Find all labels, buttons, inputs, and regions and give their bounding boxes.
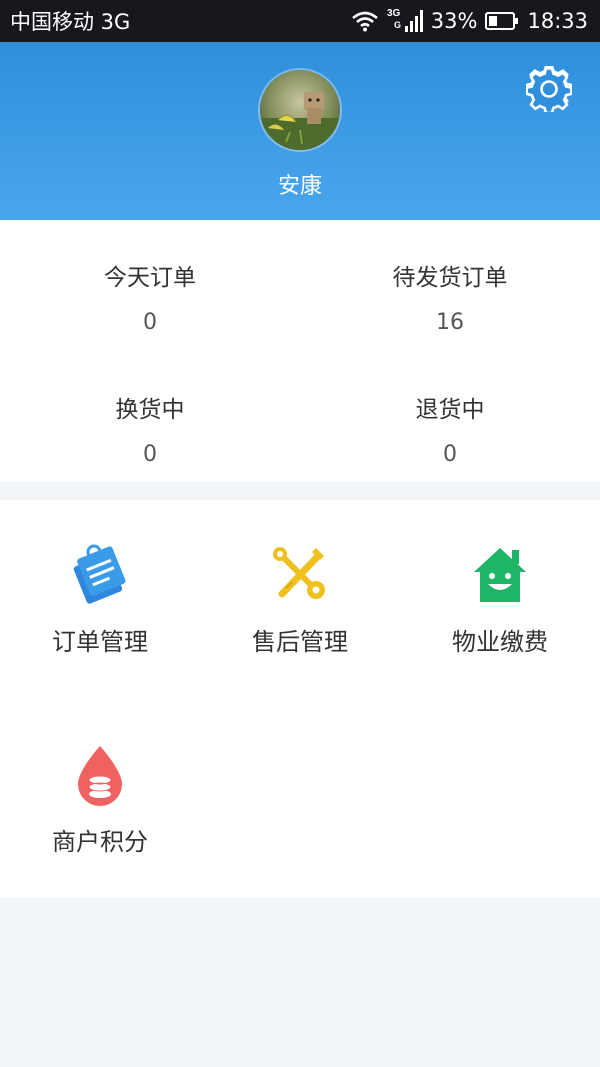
menu-item-order-management[interactable]: 订单管理: [0, 542, 200, 657]
coin-drop-icon: [68, 742, 132, 806]
menu-item-after-sales[interactable]: 售后管理: [200, 542, 400, 657]
battery-percent: 33%: [430, 9, 478, 33]
stat-exchanging[interactable]: 换货中 0: [0, 390, 300, 467]
menu-item-label: 订单管理: [52, 628, 148, 656]
carrier-label: 中国移动 3G: [10, 10, 131, 34]
stat-value: 0: [143, 310, 157, 335]
signal-icon: 3G G: [387, 6, 423, 36]
svg-text:G: G: [394, 20, 401, 30]
settings-button[interactable]: [525, 65, 573, 115]
stat-pending-shipment[interactable]: 待发货订单 16: [300, 258, 600, 335]
status-icons: 3G G 33% 18:33: [351, 6, 588, 36]
profile-header: 安康: [0, 42, 600, 220]
menu-grid: 订单管理 售后管理 物业缴费 商户积分: [0, 500, 600, 898]
status-bar: 中国移动 3G 3G G 33% 18:33: [0, 0, 600, 42]
order-stats-panel: 今天订单 0 待发货订单 16 换货中 0 退货中 0: [0, 220, 600, 482]
stat-label: 退货中: [415, 397, 485, 423]
order-notes-icon: [68, 542, 132, 606]
stat-today-orders[interactable]: 今天订单 0: [0, 258, 300, 335]
clock: 18:33: [527, 9, 588, 33]
tools-icon: [268, 542, 332, 606]
stat-label: 待发货订单: [392, 265, 508, 291]
battery-icon: [485, 11, 519, 31]
stat-label: 换货中: [115, 397, 185, 423]
menu-item-property-fee[interactable]: 物业缴费: [400, 542, 600, 657]
stat-label: 今天订单: [104, 265, 196, 291]
menu-item-merchant-points[interactable]: 商户积分: [0, 742, 200, 857]
avatar[interactable]: [258, 68, 342, 152]
menu-item-label: 物业缴费: [452, 628, 548, 656]
username: 安康: [277, 174, 322, 199]
smiling-house-icon: [468, 542, 532, 606]
stat-value: 0: [443, 442, 457, 467]
wifi-icon: [351, 10, 379, 32]
stat-value: 0: [143, 442, 157, 467]
gear-icon: [525, 65, 573, 115]
stat-returning[interactable]: 退货中 0: [300, 390, 600, 467]
menu-item-label: 商户积分: [52, 828, 148, 856]
avatar-photo: [260, 70, 340, 150]
stat-value: 16: [436, 310, 464, 335]
menu-item-label: 售后管理: [252, 628, 348, 656]
svg-text:3G: 3G: [387, 8, 401, 19]
